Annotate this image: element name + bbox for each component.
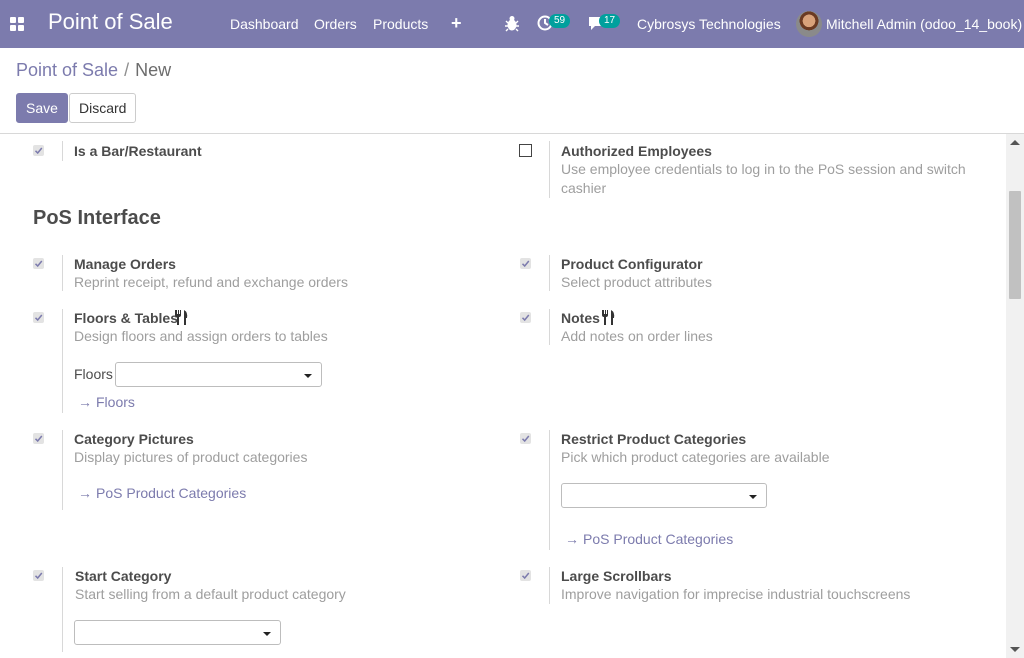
pos-product-categories-link-label: PoS Product Categories xyxy=(96,485,247,501)
start-category-desc: Start selling from a default product cat… xyxy=(75,586,346,602)
category-pictures-label: Category Pictures xyxy=(74,431,194,447)
start-category-label: Start Category xyxy=(75,568,172,584)
message-count-badge: 17 xyxy=(599,14,621,28)
pos-product-categories-link[interactable]: → PoS Product Categories xyxy=(78,485,246,501)
authorized-employees-desc-line2: cashier xyxy=(561,180,607,196)
authorized-employees-desc: Use employee credentials to log in to th… xyxy=(561,161,966,177)
restaurant-icon xyxy=(175,310,188,325)
top-navbar: Point of Sale Dashboard Orders Products … xyxy=(0,0,1024,48)
manage-orders-label: Manage Orders xyxy=(74,256,176,272)
start-category-checkbox[interactable] xyxy=(33,570,44,581)
large-scrollbars-checkbox[interactable] xyxy=(520,570,531,581)
setting-divider xyxy=(549,567,550,604)
bar-restaurant-label: Is a Bar/Restaurant xyxy=(74,143,202,159)
restrict-pos-product-categories-link[interactable]: → PoS Product Categories xyxy=(565,531,733,547)
notes-checkbox[interactable] xyxy=(520,312,531,323)
restrict-pos-product-categories-link-label: PoS Product Categories xyxy=(583,531,734,547)
menu-products[interactable]: Products xyxy=(373,16,428,32)
start-category-select[interactable] xyxy=(74,620,281,645)
restrict-categories-desc: Pick which product categories are availa… xyxy=(561,449,830,465)
setting-divider xyxy=(62,567,63,652)
menu-dashboard[interactable]: Dashboard xyxy=(230,16,299,32)
category-pictures-checkbox[interactable] xyxy=(33,433,44,444)
arrow-right-icon: → xyxy=(565,531,579,547)
floors-link[interactable]: → Floors xyxy=(78,394,135,410)
activity-count-badge: 59 xyxy=(549,14,571,28)
notes-label: Notes xyxy=(561,310,600,326)
product-configurator-label: Product Configurator xyxy=(561,256,703,272)
arrow-right-icon: → xyxy=(78,394,92,410)
setting-divider xyxy=(549,309,550,345)
section-title-pos-interface: PoS Interface xyxy=(33,207,161,229)
apps-menu-icon[interactable] xyxy=(10,17,24,31)
settings-content: Is a Bar/Restaurant Authorized Employees… xyxy=(0,134,1006,658)
authorized-employees-label: Authorized Employees xyxy=(561,143,712,159)
setting-divider xyxy=(62,255,63,291)
large-scrollbars-desc: Improve navigation for imprecise industr… xyxy=(561,586,911,602)
vertical-scrollbar[interactable] xyxy=(1006,134,1024,658)
notes-desc: Add notes on order lines xyxy=(561,328,713,344)
manage-orders-desc: Reprint receipt, refund and exchange ord… xyxy=(74,274,348,290)
arrow-right-icon: → xyxy=(78,485,92,501)
category-pictures-desc: Display pictures of product categories xyxy=(74,449,308,465)
user-avatar[interactable] xyxy=(796,11,822,37)
floors-tables-desc: Design floors and assign orders to table… xyxy=(74,328,328,344)
breadcrumb-separator: / xyxy=(124,60,130,80)
scroll-down-icon[interactable] xyxy=(1010,647,1020,652)
floors-tables-label: Floors & Tables xyxy=(74,310,178,326)
breadcrumb: Point of Sale / New xyxy=(16,60,171,81)
menu-orders[interactable]: Orders xyxy=(314,16,357,32)
bar-restaurant-checkbox[interactable] xyxy=(33,145,44,156)
app-brand[interactable]: Point of Sale xyxy=(48,9,173,35)
plus-icon[interactable]: + xyxy=(451,13,462,34)
bug-icon[interactable] xyxy=(504,14,520,32)
scroll-up-icon[interactable] xyxy=(1010,140,1020,145)
floors-field-label: Floors xyxy=(74,366,113,382)
caret-down-icon xyxy=(304,374,312,378)
caret-down-icon xyxy=(263,632,271,636)
setting-divider xyxy=(62,430,63,510)
scrollbar-thumb[interactable] xyxy=(1009,191,1021,299)
manage-orders-checkbox[interactable] xyxy=(33,258,44,269)
breadcrumb-current: New xyxy=(135,60,172,80)
restrict-categories-select[interactable] xyxy=(561,483,767,508)
large-scrollbars-label: Large Scrollbars xyxy=(561,568,672,584)
product-configurator-desc: Select product attributes xyxy=(561,274,712,290)
user-menu[interactable]: Mitchell Admin (odoo_14_book) xyxy=(826,16,1022,32)
discard-button[interactable]: Discard xyxy=(69,93,137,123)
setting-divider xyxy=(549,430,550,550)
product-configurator-checkbox[interactable] xyxy=(520,258,531,269)
caret-down-icon xyxy=(749,495,757,499)
floors-select[interactable] xyxy=(115,362,322,387)
restrict-categories-label: Restrict Product Categories xyxy=(561,431,747,447)
company-switcher[interactable]: Cybrosys Technologies xyxy=(637,16,781,32)
restaurant-icon xyxy=(602,310,615,325)
authorized-employees-checkbox[interactable] xyxy=(519,144,532,157)
floors-tables-checkbox[interactable] xyxy=(33,312,44,323)
setting-divider xyxy=(62,309,63,413)
save-button[interactable]: Save xyxy=(16,93,68,123)
setting-divider xyxy=(62,141,63,161)
setting-divider xyxy=(549,255,550,291)
restrict-categories-checkbox[interactable] xyxy=(520,433,531,444)
breadcrumb-parent[interactable]: Point of Sale xyxy=(16,60,118,80)
floors-link-label: Floors xyxy=(96,394,135,410)
setting-divider xyxy=(549,141,550,198)
